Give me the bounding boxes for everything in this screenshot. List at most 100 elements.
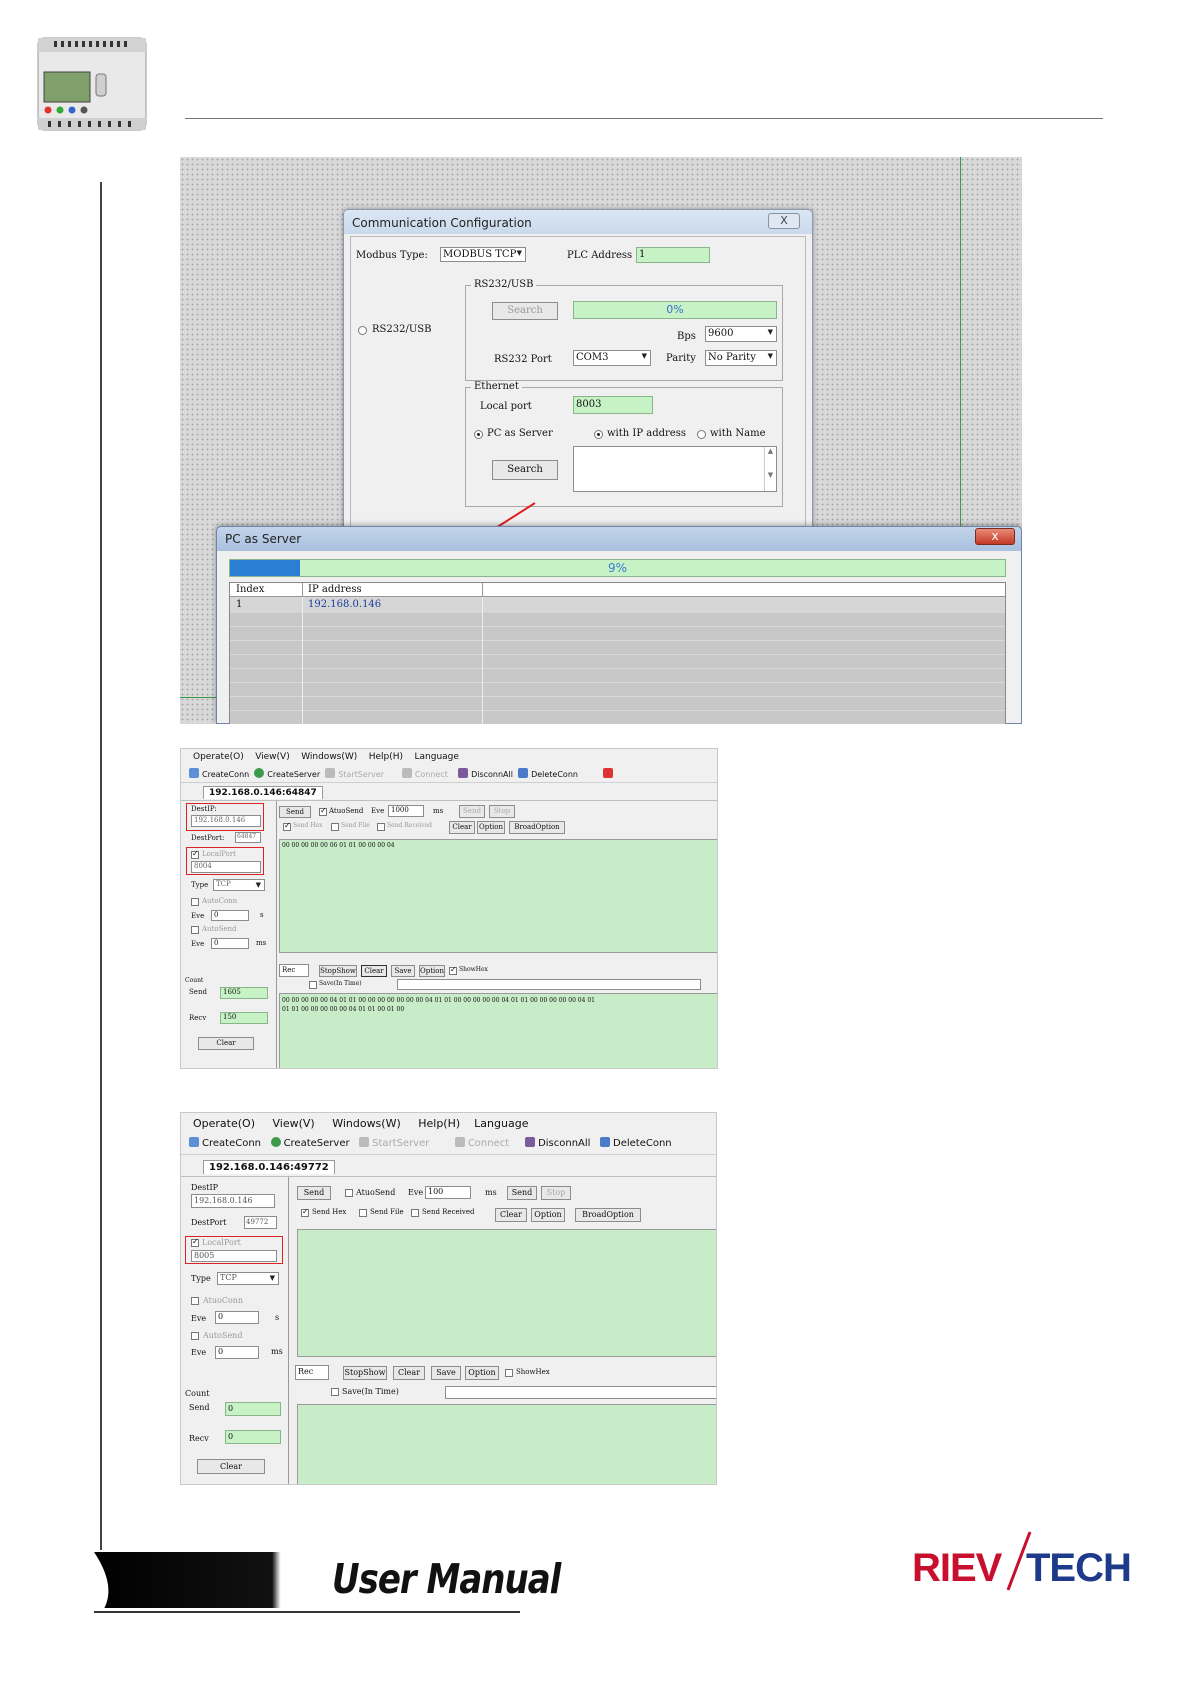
disconn-all-button[interactable]: DisconnAll [538,1138,590,1149]
close-button[interactable]: x [975,528,1015,545]
menu-help[interactable]: Help(H) [418,1117,460,1130]
send-data-area[interactable] [297,1229,716,1357]
stop-show-button[interactable]: StopShow [319,965,357,977]
save-in-time-checkbox[interactable] [309,981,317,989]
save-in-time-label: Save(In Time) [319,980,362,987]
menu-operate[interactable]: Operate(O) [193,1117,255,1130]
clear-send-button[interactable]: Clear [495,1208,527,1222]
show-hex-checkbox[interactable] [505,1369,513,1377]
clear-count-button[interactable]: Clear [198,1037,254,1050]
auto-conn-checkbox[interactable] [191,1297,199,1305]
dest-ip-input[interactable]: 192.168.0.146 [191,815,261,827]
local-port-input[interactable]: 8005 [191,1250,277,1262]
menu-windows[interactable]: Windows(W) [301,752,357,762]
recv-count-value: 0 [225,1430,281,1444]
option-button[interactable]: Option [477,821,505,834]
save-path-input[interactable] [445,1386,716,1399]
auto-send-checkbox[interactable] [191,1332,199,1340]
stop-show-button[interactable]: StopShow [343,1366,387,1380]
eve-send-unit: ms [256,939,267,947]
start-server-button[interactable]: StartServer [372,1138,429,1149]
header-rule [185,118,1103,119]
eve-send-input[interactable]: 0 [211,938,249,949]
save-path-input[interactable] [397,979,701,990]
start-server-button[interactable]: StartServer [338,770,384,779]
recv-data-area[interactable] [297,1404,716,1484]
create-server-button[interactable]: CreateServer [267,770,320,779]
local-port-checkbox[interactable] [191,849,199,859]
broad-option-button[interactable]: BroadOption [575,1208,641,1222]
broad-option-button[interactable]: BroadOption [509,821,565,834]
eve-top-input[interactable]: 1000 [388,805,424,817]
menu-language[interactable]: Language [415,752,459,762]
create-conn-button[interactable]: CreateConn [202,1138,261,1149]
table-row[interactable]: 1 192.168.0.146 [230,597,1005,613]
eve-conn-unit: s [260,911,264,919]
menu-help[interactable]: Help(H) [369,752,403,762]
auto-conn-label: AtuoConn [203,1296,244,1305]
disconn-all-button[interactable]: DisconnAll [471,770,513,779]
show-hex-checkbox[interactable] [449,965,457,975]
send-button[interactable]: Send [459,805,485,818]
send-received-label: Send Received [387,822,432,829]
send-received-checkbox[interactable] [411,1209,419,1217]
clear-count-button[interactable]: Clear [197,1459,265,1474]
connection-tab[interactable]: 192.168.0.146:49772 [203,1160,335,1174]
right-panel: Send AtuoSend Eve 1000 ms Send Stop Send… [277,801,717,1068]
clear-send-button[interactable]: Clear [449,821,475,834]
send-mode-label[interactable]: Send [297,1186,331,1200]
send-file-checkbox[interactable] [359,1209,367,1217]
menu-view[interactable]: View(V) [272,1117,314,1130]
type-select[interactable]: TCP [213,879,265,891]
auto-send-top-checkbox[interactable] [319,806,327,816]
send-received-checkbox[interactable] [377,823,385,831]
connect-button[interactable]: Connect [468,1138,509,1149]
create-server-button[interactable]: CreateServer [284,1138,350,1149]
send-button[interactable]: Send [507,1186,537,1200]
connect-button[interactable]: Connect [415,770,448,779]
save-in-time-checkbox[interactable] [331,1388,339,1396]
menu-language[interactable]: Language [474,1117,528,1130]
dest-port-input[interactable]: 64847 [235,832,261,843]
send-mode-label[interactable]: Send [279,806,311,818]
eve-top-unit: ms [433,807,444,815]
eve-top-input[interactable]: 100 [425,1186,471,1199]
eve-conn-input[interactable]: 0 [211,910,249,921]
save-button[interactable]: Save [391,965,415,977]
delete-conn-button[interactable]: DeleteConn [531,770,578,779]
send-hex-checkbox[interactable] [301,1207,309,1217]
create-conn-button[interactable]: CreateConn [202,770,249,779]
type-select[interactable]: TCP [217,1272,279,1285]
empty-rows [230,613,1005,724]
menu-windows[interactable]: Windows(W) [332,1117,401,1130]
eve-send-input[interactable]: 0 [215,1346,259,1359]
stop-button[interactable]: Stop [541,1186,571,1200]
send-data-area[interactable]: 00 00 00 00 00 06 01 01 00 00 00 04 [279,839,717,953]
start-server-icon [359,1137,370,1147]
auto-send-top-checkbox[interactable] [345,1189,353,1197]
local-port-checkbox[interactable] [191,1237,199,1247]
option-recv-button[interactable]: Option [465,1366,499,1380]
stop-button[interactable]: Stop [489,805,515,818]
send-hex-checkbox[interactable] [283,821,291,831]
auto-send-top-label: AtuoSend [356,1188,396,1197]
dest-ip-input[interactable]: 192.168.0.146 [191,1194,275,1208]
connection-tab[interactable]: 192.168.0.146:64847 [203,786,323,799]
clear-recv-button[interactable]: Clear [361,965,387,977]
save-button[interactable]: Save [431,1366,461,1380]
eve-conn-input[interactable]: 0 [215,1311,259,1324]
auto-send-checkbox[interactable] [191,926,199,934]
clear-recv-button[interactable]: Clear [393,1366,425,1380]
option-recv-button[interactable]: Option [419,965,445,977]
col-index: Index [236,584,265,595]
menu-operate[interactable]: Operate(O) [193,752,244,762]
option-button[interactable]: Option [531,1208,565,1222]
delete-conn-button[interactable]: DeleteConn [613,1138,672,1149]
local-port-input[interactable]: 8004 [191,861,261,873]
menu-view[interactable]: View(V) [255,752,290,762]
screenshot-tcp-client-1: Operate(O) View(V) Windows(W) Help(H) La… [180,748,718,1069]
dest-port-input[interactable]: 49772 [244,1216,277,1229]
auto-conn-checkbox[interactable] [191,898,199,906]
send-file-checkbox[interactable] [331,823,339,831]
recv-data-area[interactable]: 00 00 00 00 00 04 01 01 00 00 00 00 00 0… [279,993,717,1068]
